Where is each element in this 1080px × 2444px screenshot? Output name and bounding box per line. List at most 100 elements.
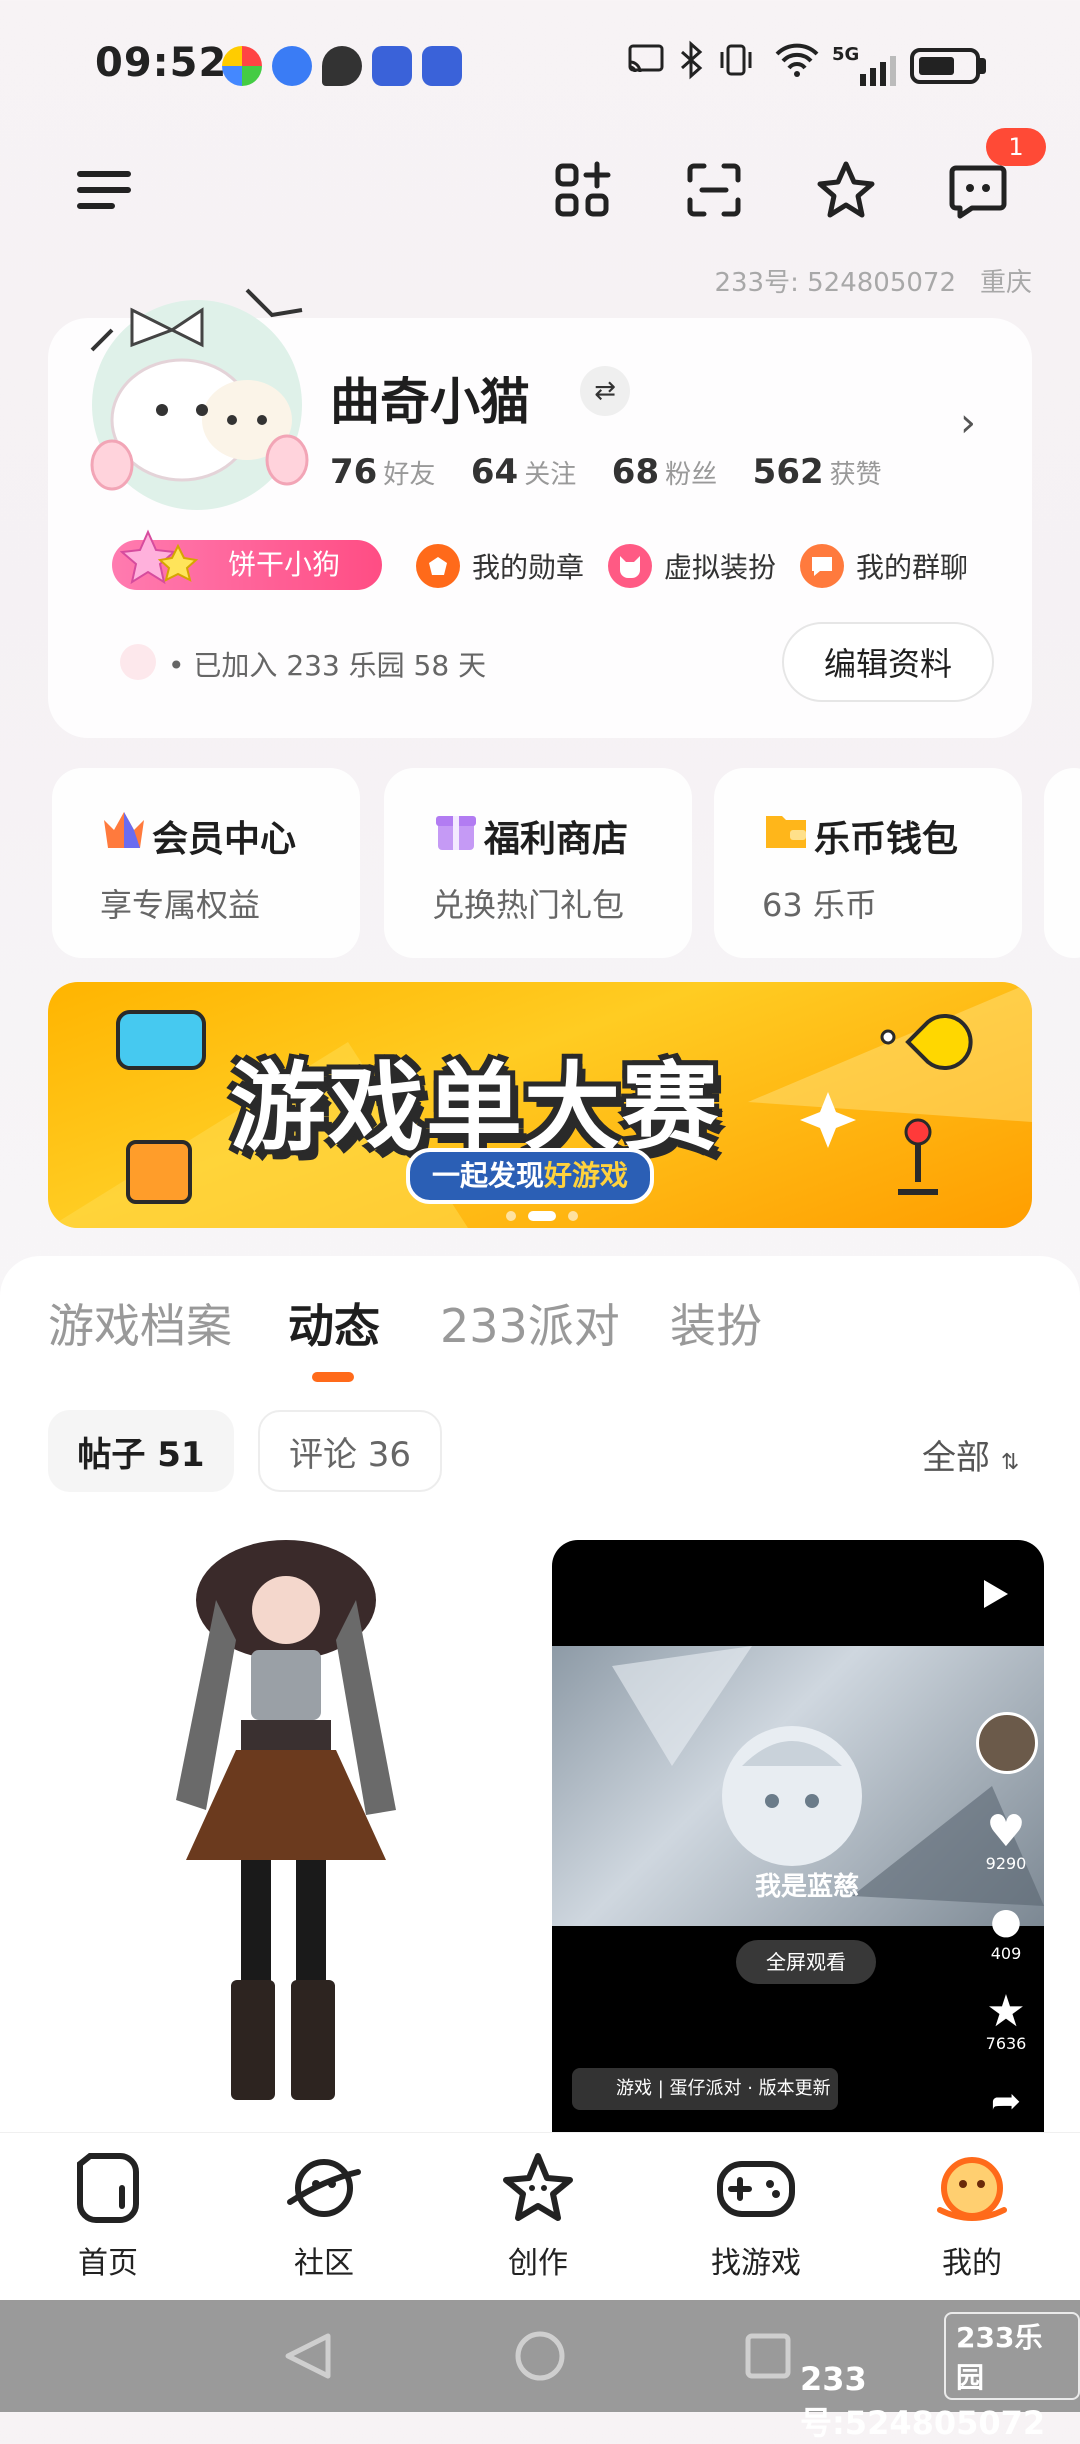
chevron-right-icon[interactable]: › bbox=[960, 400, 976, 446]
play-icon[interactable] bbox=[984, 1580, 1008, 1608]
favorites-star-icon[interactable] bbox=[806, 150, 886, 230]
account-city: 重庆 bbox=[979, 268, 1032, 298]
followers-label: 粉丝 bbox=[665, 460, 718, 490]
fullscreen-button[interactable]: 全屏观看 bbox=[736, 1940, 876, 1984]
active-tab-indicator bbox=[312, 1372, 354, 1382]
medals-chip[interactable]: 我的勋章 bbox=[416, 540, 584, 592]
watermark-id: 233号:524805072 bbox=[800, 2360, 1046, 2442]
comment-count: 409 bbox=[990, 1944, 1022, 1963]
back-button[interactable] bbox=[280, 2328, 340, 2388]
profile-name: 曲奇小猫 bbox=[330, 373, 530, 431]
welfare-shop-card[interactable]: 福利商店 兑换热门礼包 bbox=[384, 768, 692, 958]
heart-icon: ♥ bbox=[986, 1806, 1026, 1857]
banner-pager-dots bbox=[500, 1206, 584, 1225]
post-card-character[interactable] bbox=[36, 1540, 526, 2140]
gamepad-icon bbox=[717, 2161, 795, 2217]
home-icon bbox=[77, 2153, 139, 2223]
comment-icon: ● bbox=[990, 1901, 1022, 1942]
nav-me[interactable]: 我的 bbox=[902, 2150, 1042, 2282]
baidu-icon bbox=[372, 46, 412, 86]
friends-label: 好友 bbox=[383, 460, 436, 490]
message-notification-icon bbox=[322, 46, 362, 86]
nav-home[interactable]: 首页 bbox=[38, 2150, 178, 2282]
tab-dress-up[interactable]: 装扮 bbox=[670, 1290, 762, 1356]
home-button[interactable] bbox=[510, 2326, 570, 2386]
chat-bubble-icon bbox=[800, 544, 844, 588]
status-time: 09:52 bbox=[95, 40, 228, 86]
followers-count[interactable]: 68 bbox=[612, 452, 659, 492]
tab-moments[interactable]: 动态 bbox=[288, 1290, 380, 1356]
nav-community[interactable]: 社区 bbox=[254, 2150, 394, 2282]
like-count: 9290 bbox=[985, 1854, 1027, 1873]
likes-label: 获赞 bbox=[829, 460, 882, 490]
vip-center-card[interactable]: 会员中心 享专属权益 bbox=[52, 768, 360, 958]
profile-stats: 76 好友 64 关注 68 粉丝 562 获赞 bbox=[330, 452, 908, 492]
nav-community-label: 社区 bbox=[294, 2246, 354, 2281]
share-icon: ➦ bbox=[990, 2081, 1022, 2122]
nav-create[interactable]: 创作 bbox=[468, 2150, 608, 2282]
wifi-icon bbox=[774, 40, 820, 88]
wallet-title: 乐币钱包 bbox=[814, 819, 959, 860]
cast-icon bbox=[626, 40, 666, 88]
vip-center-title: 会员中心 bbox=[152, 819, 297, 860]
banner-subtitle-a: 一起发现 bbox=[432, 1159, 545, 1192]
signal-icon bbox=[832, 54, 896, 92]
key-icon bbox=[120, 644, 156, 680]
account-id: 233号: 524805072 bbox=[714, 268, 956, 298]
nav-find-games-label: 找游戏 bbox=[711, 2246, 801, 2281]
like-button[interactable]: ♥ 9290 bbox=[976, 1806, 1036, 1874]
avatar-dress-chip[interactable]: 虚拟装扮 bbox=[608, 540, 776, 592]
message-count-badge: 1 bbox=[986, 128, 1046, 166]
sort-icon: ⇅ bbox=[1000, 1450, 1020, 1475]
bluetooth-icon bbox=[676, 40, 706, 88]
favorite-button[interactable]: ★ 7636 bbox=[976, 1986, 1036, 2054]
tab-game-archive[interactable]: 游戏档案 bbox=[48, 1290, 232, 1356]
battery-icon bbox=[910, 48, 980, 84]
recents-button[interactable] bbox=[738, 2326, 798, 2386]
wallet-card[interactable]: 乐币钱包 63 乐币 bbox=[714, 768, 1022, 958]
video-caption: 我是蓝慈 bbox=[755, 1872, 860, 1902]
comments-filter-button[interactable]: 评论 36 bbox=[258, 1410, 442, 1492]
creator-avatar[interactable] bbox=[976, 1712, 1038, 1774]
baidu-icon-2 bbox=[422, 46, 462, 86]
friends-count[interactable]: 76 bbox=[330, 452, 377, 492]
all-filter-dropdown[interactable]: 全部 ⇅ bbox=[922, 1430, 1019, 1479]
likes-count[interactable]: 562 bbox=[753, 452, 824, 492]
welfare-shop-subtitle: 兑换热门礼包 bbox=[432, 886, 625, 924]
avatar[interactable] bbox=[72, 270, 322, 520]
wallet-balance: 63 乐币 bbox=[762, 886, 877, 924]
menu-icon[interactable] bbox=[64, 150, 144, 230]
nav-home-label: 首页 bbox=[78, 2246, 138, 2281]
more-card-edge[interactable] bbox=[1044, 768, 1080, 958]
edit-profile-button[interactable]: 编辑资料 bbox=[782, 622, 994, 702]
vip-center-subtitle: 享专属权益 bbox=[100, 886, 261, 924]
scan-icon[interactable] bbox=[674, 150, 754, 230]
nav-find-games[interactable]: 找游戏 bbox=[686, 2150, 826, 2282]
avatar-dress-label: 虚拟装扮 bbox=[664, 551, 777, 584]
joined-days: • 已加入 233 乐园 58 天 bbox=[168, 649, 487, 682]
banner-subtitle: 一起发现好游戏 bbox=[406, 1148, 655, 1204]
nav-me-label: 我的 bbox=[942, 2246, 1002, 2281]
comment-button[interactable]: ● 409 bbox=[976, 1900, 1036, 1963]
group-chat-label: 我的群聊 bbox=[856, 551, 969, 584]
wallet-icon bbox=[762, 806, 810, 854]
share-button[interactable]: ➦ bbox=[976, 2080, 1036, 2124]
tab-233-party[interactable]: 233派对 bbox=[440, 1290, 620, 1356]
posts-filter-button[interactable]: 帖子 51 bbox=[48, 1410, 234, 1492]
nav-create-label: 创作 bbox=[508, 2246, 568, 2281]
favorite-count: 7636 bbox=[985, 2034, 1027, 2053]
apps-icon[interactable] bbox=[542, 150, 622, 230]
post-card-video[interactable]: 我是蓝慈 全屏观看 ♥ 9290 ● 409 ★ 7636 ➦ 游戏 | 蛋仔派对 ·… bbox=[552, 1540, 1044, 2140]
cat-face-icon bbox=[608, 544, 652, 588]
gift-icon bbox=[432, 806, 480, 854]
star-icon: ★ bbox=[986, 1986, 1026, 2037]
app-notification-icon bbox=[222, 46, 262, 86]
all-filter-label: 全部 bbox=[922, 1438, 990, 1478]
medals-label: 我的勋章 bbox=[472, 551, 585, 584]
following-count[interactable]: 64 bbox=[471, 452, 518, 492]
switch-account-icon[interactable]: ⇄ bbox=[580, 366, 630, 416]
tag-star-icon bbox=[119, 528, 200, 598]
browser-notification-icon bbox=[272, 46, 312, 86]
game-tag[interactable]: 游戏 | 蛋仔派对 · 版本更新 bbox=[572, 2068, 838, 2110]
group-chat-chip[interactable]: 我的群聊 bbox=[800, 540, 968, 592]
